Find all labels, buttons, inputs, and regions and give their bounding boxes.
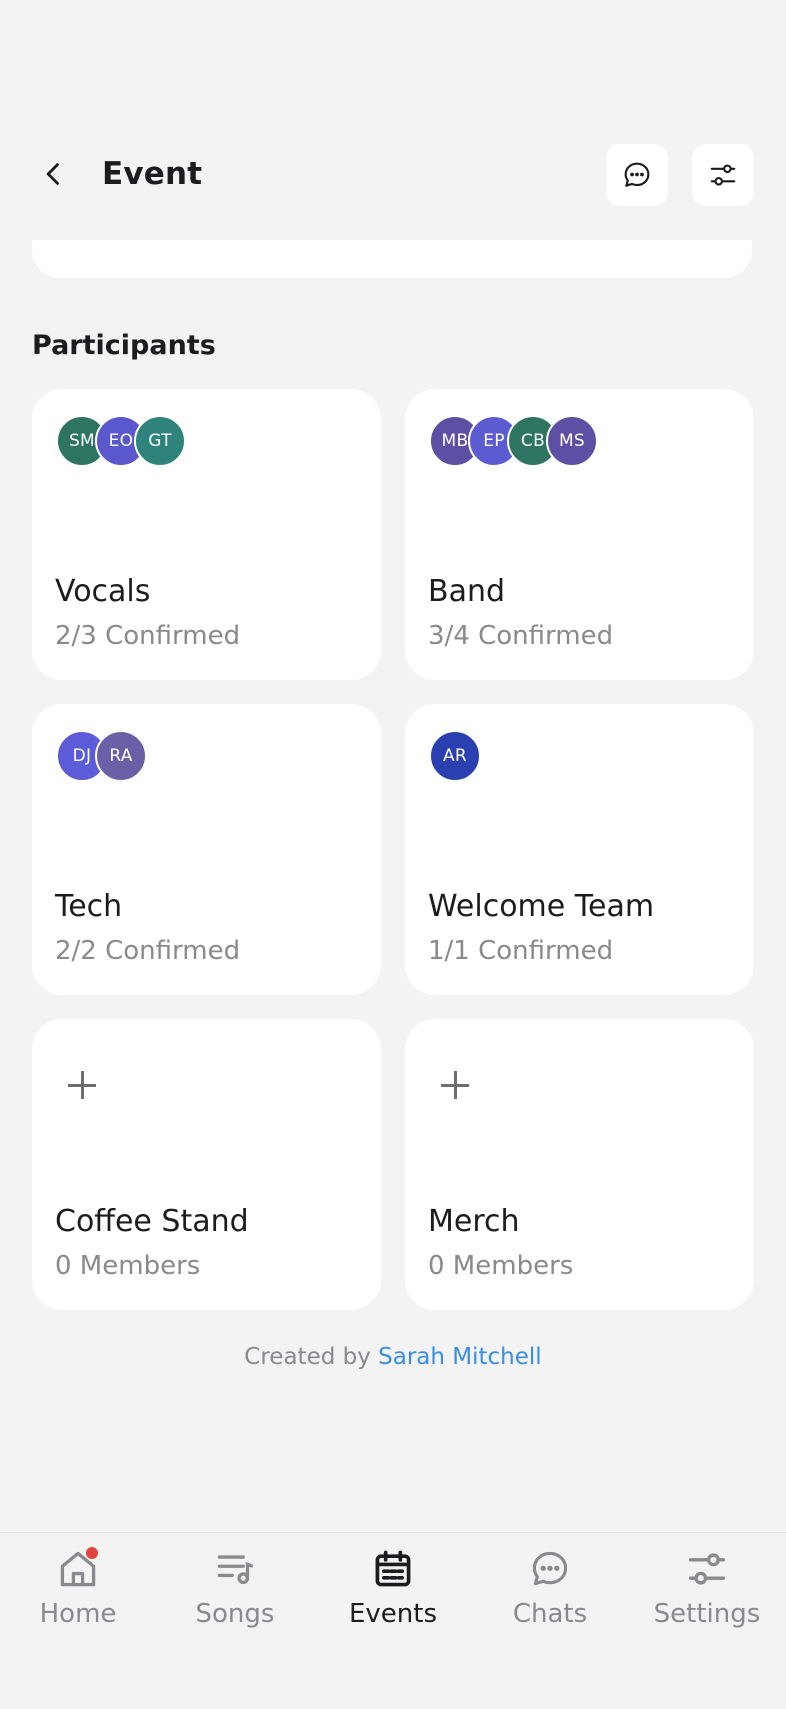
team-card-band[interactable]: MB EP CB MS Band 3/4 Confirmed <box>405 389 754 680</box>
event-chat-button[interactable] <box>606 144 668 206</box>
tab-settings[interactable]: Settings <box>632 1547 782 1629</box>
tab-events[interactable]: Events <box>318 1547 468 1629</box>
participants-grid: SM EO GT Vocals 2/3 Confirmed MB EP CB M… <box>32 389 754 1310</box>
avatar: MS <box>546 415 598 467</box>
team-name: Band <box>428 574 506 609</box>
team-name: Coffee Stand <box>55 1204 249 1239</box>
team-status: 0 Members <box>55 1251 201 1281</box>
chat-bubble-icon <box>624 162 650 187</box>
avatar: GT <box>134 415 186 467</box>
tab-home[interactable]: Home <box>3 1547 153 1629</box>
home-icon <box>56 1547 100 1591</box>
add-member-icon[interactable] <box>68 1071 96 1099</box>
team-name: Vocals <box>55 574 151 609</box>
team-status: 2/3 Confirmed <box>55 621 241 651</box>
team-status: 2/2 Confirmed <box>55 936 241 966</box>
sliders-icon <box>710 164 736 186</box>
avatar-stack: DJ RA <box>56 730 147 782</box>
team-card-tech[interactable]: DJ RA Tech 2/2 Confirmed <box>32 704 381 995</box>
team-name: Merch <box>428 1204 520 1239</box>
team-status: 1/1 Confirmed <box>428 936 614 966</box>
avatar-stack: MB EP CB MS <box>429 415 598 467</box>
created-by-prefix: Created by <box>244 1344 371 1370</box>
created-by-line: Created by Sarah Mitchell <box>0 1344 786 1370</box>
tab-label: Events <box>348 1599 438 1629</box>
tab-chats[interactable]: Chats <box>475 1547 625 1629</box>
team-status: 0 Members <box>428 1251 574 1281</box>
avatar: AR <box>429 730 481 782</box>
top-header: Event <box>0 140 786 212</box>
team-card-coffee-stand[interactable]: Coffee Stand 0 Members <box>32 1019 381 1310</box>
tab-label: Chats <box>512 1599 588 1629</box>
chevron-left-icon <box>46 163 59 185</box>
avatar: RA <box>95 730 147 782</box>
team-card-merch[interactable]: Merch 0 Members <box>405 1019 754 1310</box>
calendar-icon <box>371 1547 415 1591</box>
event-details-card-edge <box>32 240 752 278</box>
page-title: Event <box>102 156 203 192</box>
tab-songs[interactable]: Songs <box>160 1547 310 1629</box>
team-card-vocals[interactable]: SM EO GT Vocals 2/3 Confirmed <box>32 389 381 680</box>
sliders-icon <box>685 1547 729 1591</box>
avatar-stack: SM EO GT <box>56 415 186 467</box>
team-name: Tech <box>55 889 123 924</box>
back-button[interactable] <box>32 152 76 196</box>
team-card-welcome-team[interactable]: AR Welcome Team 1/1 Confirmed <box>405 704 754 995</box>
team-status: 3/4 Confirmed <box>428 621 614 651</box>
filter-button[interactable] <box>692 144 754 206</box>
notification-dot <box>86 1547 98 1559</box>
tab-label: Settings <box>653 1599 761 1629</box>
add-member-icon[interactable] <box>441 1071 469 1099</box>
tab-label: Songs <box>195 1599 275 1629</box>
team-name: Welcome Team <box>428 889 655 924</box>
avatar-stack: AR <box>429 730 481 782</box>
participants-heading: Participants <box>32 330 216 361</box>
tab-label: Home <box>39 1599 117 1629</box>
chat-icon <box>528 1547 572 1591</box>
playlist-icon <box>213 1547 257 1591</box>
bottom-tab-bar: Home Songs Events Chats Settings <box>0 1532 786 1709</box>
creator-link[interactable]: Sarah Mitchell <box>378 1344 542 1370</box>
